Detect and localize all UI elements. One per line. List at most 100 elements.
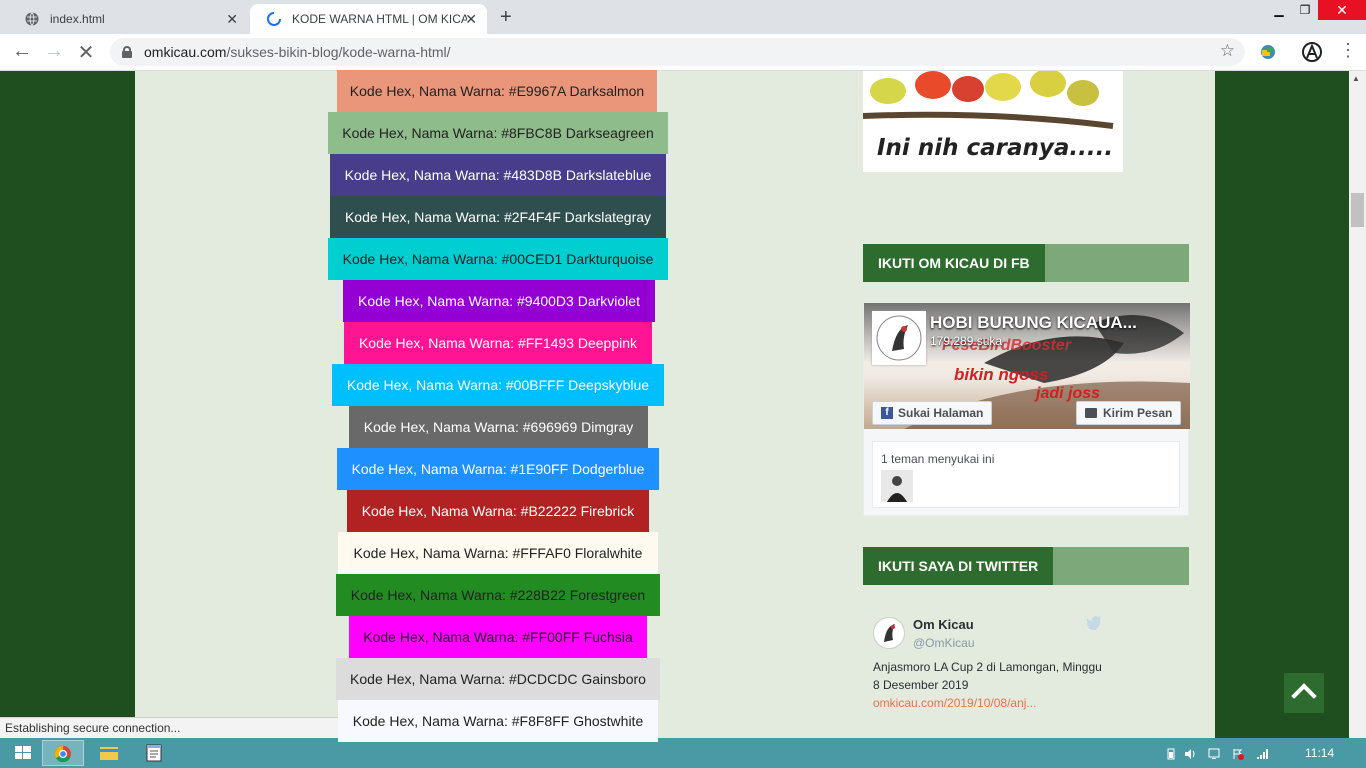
- color-code-row: Kode Hex, Nama Warna: #DCDCDC Gainsboro: [336, 658, 660, 700]
- facebook-icon: f: [881, 407, 893, 419]
- battery-icon[interactable]: [1165, 747, 1177, 760]
- color-code-row: Kode Hex, Nama Warna: #483D8B Darkslateb…: [330, 154, 666, 196]
- twitter-avatar[interactable]: [873, 617, 905, 649]
- color-code-row: Kode Hex, Nama Warna: #228B22 Forestgree…: [336, 574, 660, 616]
- color-code-label: Kode Hex, Nama Warna: #F8F8FF Ghostwhite: [352, 713, 644, 729]
- fb-send-message-label: Kirim Pesan: [1103, 406, 1173, 420]
- new-tab-button[interactable]: +: [500, 6, 512, 29]
- tweet-link[interactable]: omkicau.com/2019/10/08/anj...: [873, 696, 1036, 710]
- color-code-row: Kode Hex, Nama Warna: #00CED1 Darkturquo…: [328, 238, 668, 280]
- twitter-bird-icon[interactable]: [1086, 616, 1102, 633]
- tab-index-html[interactable]: index.html ✕: [8, 4, 248, 34]
- fb-like-page-label: Sukai Halaman: [898, 406, 984, 420]
- color-code-label: Kode Hex, Nama Warna: #00CED1 Darkturquo…: [342, 251, 654, 267]
- notification-flag-icon[interactable]: [1232, 747, 1244, 760]
- scrollbar-thumb[interactable]: [1351, 193, 1364, 227]
- color-code-row: Kode Hex, Nama Warna: #00BFFF Deepskyblu…: [332, 364, 664, 406]
- color-code-label: Kode Hex, Nama Warna: #E9967A Darksalmon: [349, 83, 645, 99]
- fb-page-avatar[interactable]: [872, 311, 926, 365]
- close-tab-icon[interactable]: ✕: [465, 11, 477, 28]
- back-to-top-button[interactable]: [1284, 673, 1324, 713]
- url-path: /sukses-bikin-blog/kode-warna-html/: [226, 44, 451, 60]
- facebook-page-plugin: FeseBirdBooster bikin ngoss jadi joss HO…: [863, 302, 1190, 516]
- color-code-label: Kode Hex, Nama Warna: #FF00FF Fuchsia: [363, 629, 633, 645]
- promo-caption: Ini nih caranya.....: [877, 135, 1114, 161]
- friend-avatar[interactable]: [881, 470, 913, 502]
- color-code-row: Kode Hex, Nama Warna: #FF1493 Deeppink: [344, 322, 652, 364]
- color-code-row: Kode Hex, Nama Warna: #F8F8FF Ghostwhite: [338, 700, 658, 742]
- scroll-up-arrow-icon[interactable]: ▲: [1352, 74, 1360, 83]
- taskbar-clock[interactable]: 11:14: [1305, 746, 1334, 760]
- color-code-row: Kode Hex, Nama Warna: #9400D3 Darkviolet: [343, 280, 655, 322]
- url-host: omkicau.com: [144, 44, 227, 60]
- color-code-label: Kode Hex, Nama Warna: #8FBC8B Darkseagre…: [342, 125, 654, 141]
- color-code-row: Kode Hex, Nama Warna: #E9967A Darksalmon: [337, 70, 657, 112]
- color-code-row: Kode Hex, Nama Warna: #FF00FF Fuchsia: [349, 616, 647, 658]
- color-code-label: Kode Hex, Nama Warna: #FFFAF0 Floralwhit…: [353, 545, 643, 561]
- color-code-label: Kode Hex, Nama Warna: #2F4F4F Darkslateg…: [344, 209, 652, 225]
- fb-page-name[interactable]: HOBI BURUNG KICAUA...: [930, 313, 1137, 333]
- display-icon[interactable]: [1208, 747, 1220, 759]
- tweet-line: Anjasmoro LA Cup 2 di Lamongan, Minggu: [873, 660, 1102, 674]
- color-code-label: Kode Hex, Nama Warna: #228B22 Forestgree…: [350, 587, 646, 603]
- browser-toolbar: ← → ✕ omkicau.com/sukses-bikin-blog/kode…: [0, 34, 1366, 71]
- color-code-row: Kode Hex, Nama Warna: #2F4F4F Darkslateg…: [330, 196, 666, 238]
- twitter-widget-title: IKUTI SAYA DI TWITTER: [863, 547, 1054, 585]
- tweet-line: 8 Desember 2019: [873, 678, 969, 692]
- color-code-row: Kode Hex, Nama Warna: #8FBC8B Darkseagre…: [328, 112, 668, 154]
- fb-friends-box: 1 teman menyukai ini: [872, 441, 1180, 508]
- color-code-label: Kode Hex, Nama Warna: #1E90FF Dodgerblue: [351, 461, 645, 477]
- color-code-label: Kode Hex, Nama Warna: #9400D3 Darkviolet: [358, 293, 640, 309]
- extension-icon[interactable]: [1258, 42, 1278, 62]
- loading-spinner-icon: [266, 11, 282, 27]
- globe-icon: [24, 11, 40, 27]
- windows-taskbar: 11:14: [0, 738, 1366, 768]
- bookmark-star-icon[interactable]: ☆: [1220, 41, 1235, 61]
- color-code-label: Kode Hex, Nama Warna: #00BFFF Deepskyblu…: [346, 377, 650, 393]
- chrome-taskbar-icon[interactable]: [42, 740, 84, 766]
- tab-title: index.html: [50, 12, 105, 26]
- stop-loading-icon[interactable]: ✕: [74, 40, 98, 65]
- fb-widget-title: IKUTI OM KICAU DI FB: [863, 244, 1045, 282]
- color-code-label: Kode Hex, Nama Warna: #FF1493 Deeppink: [358, 335, 638, 351]
- color-code-label: Kode Hex, Nama Warna: #483D8B Darkslateb…: [344, 167, 652, 183]
- color-code-label: Kode Hex, Nama Warna: #DCDCDC Gainsboro: [350, 671, 646, 687]
- maximize-button[interactable]: ❐: [1290, 0, 1320, 20]
- color-code-row: Kode Hex, Nama Warna: #B22222 Firebrick: [347, 490, 649, 532]
- tweet-text: Anjasmoro LA Cup 2 di Lamongan, Minggu 8…: [873, 658, 1173, 694]
- fb-like-page-button[interactable]: f Sukai Halaman: [872, 401, 993, 425]
- start-button[interactable]: [2, 740, 44, 766]
- close-tab-icon[interactable]: ✕: [226, 11, 238, 28]
- promo-birds-image[interactable]: Ini nih caranya.....: [863, 71, 1123, 172]
- fb-like-count: 179.289 suka: [930, 334, 1003, 348]
- color-code-label: Kode Hex, Nama Warna: #696969 Dimgray: [363, 419, 634, 435]
- color-code-row: Kode Hex, Nama Warna: #1E90FF Dodgerblue: [337, 448, 659, 490]
- fb-friends-text: 1 teman menyukai ini: [881, 452, 995, 466]
- profile-avatar-icon[interactable]: [1302, 42, 1322, 62]
- message-icon: [1085, 408, 1097, 418]
- tab-bar: index.html ✕ KODE WARNA HTML | OM KICAU …: [0, 0, 1366, 34]
- fb-send-message-button[interactable]: Kirim Pesan: [1076, 401, 1182, 425]
- color-code-row: Kode Hex, Nama Warna: #696969 Dimgray: [349, 406, 648, 448]
- tab-kode-warna[interactable]: KODE WARNA HTML | OM KICAU ✕: [250, 4, 487, 34]
- close-window-button[interactable]: ✕: [1318, 0, 1366, 20]
- address-bar[interactable]: omkicau.com/sukses-bikin-blog/kode-warna…: [110, 38, 1245, 66]
- lock-icon: [122, 46, 132, 58]
- fb-cover-image[interactable]: FeseBirdBooster bikin ngoss jadi joss HO…: [864, 303, 1190, 429]
- twitter-name[interactable]: Om Kicau: [913, 617, 974, 632]
- back-arrow-icon[interactable]: ←: [10, 40, 34, 63]
- forward-arrow-icon[interactable]: →: [42, 40, 66, 63]
- fb-widget-title-bar: IKUTI OM KICAU DI FB: [863, 244, 1189, 282]
- page-scrollbar[interactable]: [1349, 71, 1366, 738]
- menu-kebab-icon[interactable]: ⋮: [1336, 40, 1360, 61]
- twitter-widget-title-bar: IKUTI SAYA DI TWITTER: [863, 547, 1189, 585]
- notepad-icon[interactable]: [134, 740, 176, 766]
- network-signal-icon[interactable]: [1256, 747, 1268, 759]
- tab-title: KODE WARNA HTML | OM KICAU: [292, 12, 467, 26]
- color-code-label: Kode Hex, Nama Warna: #B22222 Firebrick: [361, 503, 635, 519]
- fb-cover-text: bikin ngoss: [954, 365, 1049, 384]
- color-code-row: Kode Hex, Nama Warna: #FFFAF0 Floralwhit…: [338, 532, 658, 574]
- file-explorer-icon[interactable]: [88, 740, 130, 766]
- twitter-handle[interactable]: @OmKicau: [913, 636, 975, 650]
- volume-icon[interactable]: [1184, 747, 1196, 759]
